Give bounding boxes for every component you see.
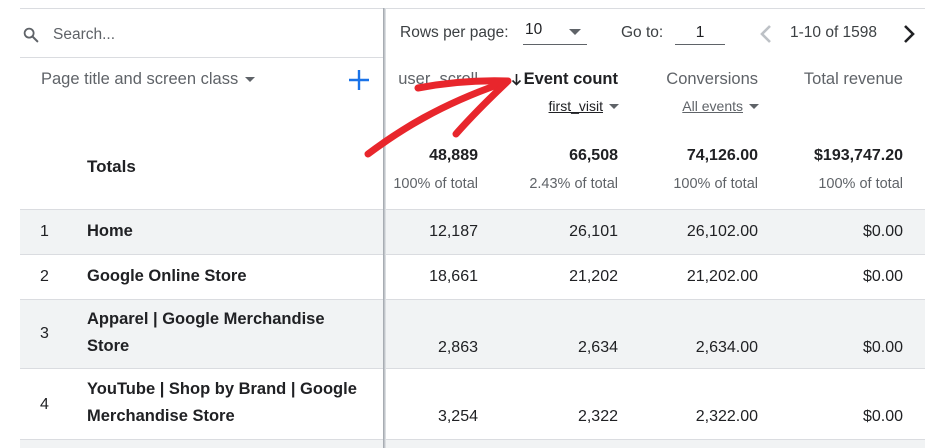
- chevron-left-icon[interactable]: [757, 23, 775, 45]
- rows-per-page-select[interactable]: 10: [523, 21, 587, 45]
- cell-value: 2,634: [577, 339, 618, 356]
- conversions-filter-label: All events: [682, 98, 743, 114]
- pagination-range: 1-10 of 1598: [790, 24, 878, 41]
- cell-value: 18,661: [429, 268, 478, 285]
- caret-down-icon: [569, 29, 581, 35]
- cell-value: $0.00: [862, 268, 903, 285]
- cell-value: $0.00: [862, 408, 903, 425]
- total-value: 74,126.00: [686, 147, 758, 164]
- row-title-link-line2[interactable]: Store: [87, 333, 129, 360]
- cell-value: 2,322.00: [695, 408, 758, 425]
- row-title-link[interactable]: YouTube | Shop by Brand | Google: [87, 376, 357, 403]
- row-title-link[interactable]: Apparel | Google Merchandise: [87, 306, 325, 333]
- cell-value: 2,322: [577, 408, 618, 425]
- column-header-conversions[interactable]: Conversions: [666, 70, 758, 89]
- column-header-user-scroll[interactable]: user_scroll: [398, 70, 478, 89]
- total-percent: 2.43% of total: [529, 176, 618, 192]
- arrow-down-icon: [511, 74, 521, 86]
- event-filter-dropdown[interactable]: first_visit: [549, 98, 619, 114]
- top-border-right: [386, 8, 925, 9]
- cell-value: 2,863: [437, 339, 478, 356]
- total-percent: 100% of total: [393, 176, 478, 192]
- rows-per-page-label: Rows per page:: [400, 24, 509, 41]
- dimension-header[interactable]: Page title and screen class: [41, 70, 256, 89]
- total-value: 48,889: [429, 147, 478, 164]
- total-percent: 100% of total: [673, 176, 758, 192]
- dimension-header-label: Page title and screen class: [41, 70, 239, 88]
- dimension-pane: Page title and screen class Totals 1 Hom…: [0, 0, 384, 448]
- plus-icon[interactable]: [347, 68, 371, 92]
- totals-label: Totals: [87, 157, 136, 176]
- column-header-label: user_scroll: [398, 70, 478, 88]
- column-header-label: Total revenue: [803, 70, 903, 88]
- total-value: 66,508: [569, 147, 618, 164]
- row-rank: 3: [40, 325, 49, 342]
- row-title-link-line2[interactable]: Merchandise Store: [87, 403, 235, 430]
- column-header-event-count[interactable]: Event count: [511, 70, 618, 89]
- cell-value: 26,101: [569, 223, 618, 240]
- caret-down-icon: [245, 77, 256, 82]
- cell-value: 21,202.00: [686, 268, 758, 285]
- row-rank: 1: [40, 223, 49, 240]
- cell-value: 21,202: [569, 268, 618, 285]
- search-icon: [23, 27, 39, 43]
- column-header-total-revenue[interactable]: Total revenue: [804, 70, 903, 89]
- select-underline: [523, 44, 587, 45]
- chevron-right-icon[interactable]: [900, 23, 918, 45]
- cell-value: 3,254: [437, 408, 478, 425]
- conversions-filter-dropdown[interactable]: All events: [682, 98, 759, 114]
- cell-value: 2,634.00: [695, 339, 758, 356]
- cell-value: 12,187: [429, 223, 478, 240]
- caret-down-icon: [609, 103, 619, 109]
- row-title-link[interactable]: Home: [87, 218, 133, 245]
- column-header-label: Conversions: [666, 70, 758, 88]
- row-rank: 2: [40, 268, 49, 285]
- search-input[interactable]: [53, 24, 353, 46]
- row-title-link[interactable]: Google Online Store: [87, 263, 247, 290]
- cell-value: $0.00: [862, 339, 903, 356]
- goto-page-input[interactable]: [675, 21, 725, 45]
- total-percent: 100% of total: [818, 176, 903, 192]
- row-rank: 4: [40, 396, 49, 413]
- column-header-label: Event count: [523, 70, 618, 88]
- total-value: $193,747.20: [814, 147, 903, 164]
- search-underline: [20, 57, 384, 58]
- rows-per-page-value: 10: [525, 21, 543, 38]
- event-filter-label: first_visit: [548, 98, 603, 114]
- cell-value: $0.00: [862, 223, 903, 240]
- goto-label: Go to:: [621, 24, 664, 41]
- caret-down-icon: [749, 103, 759, 109]
- cell-value: 26,102.00: [686, 223, 758, 240]
